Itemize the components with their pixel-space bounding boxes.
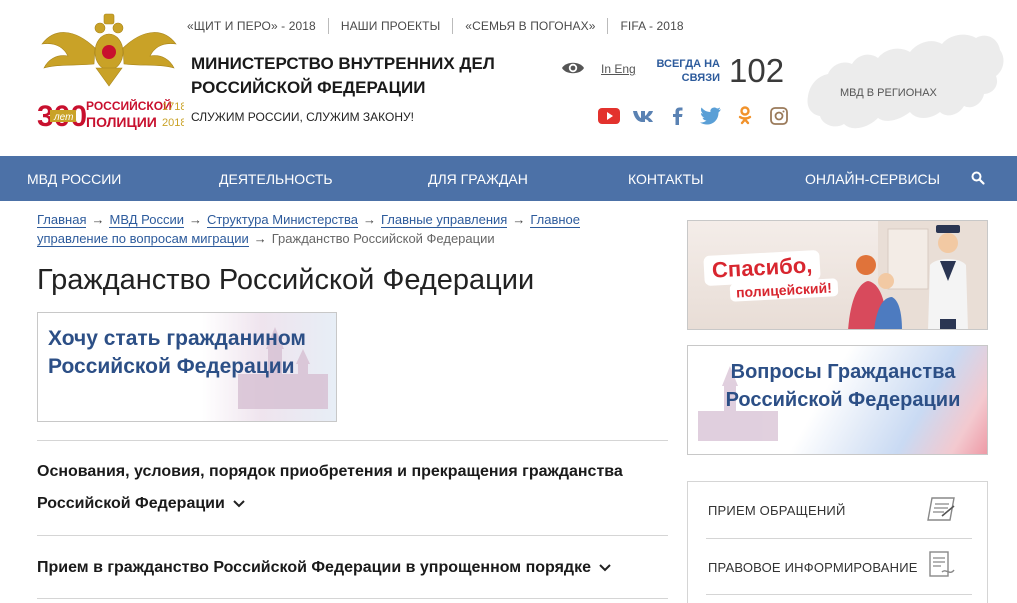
section-divider: [37, 598, 668, 599]
section-divider: [37, 440, 668, 441]
breadcrumb-arrow-icon: →: [188, 212, 202, 227]
mvd-emblem-logo[interactable]: 300 лет РОССИЙСКОЙ ПОЛИЦИИ 1718 2018: [34, 8, 184, 138]
nav-item-mvd-russia[interactable]: МВД РОССИИ: [27, 171, 121, 187]
nav-item-activity[interactable]: ДЕЯТЕЛЬНОСТЬ: [219, 171, 333, 187]
accordion-title-text: Основания, условия, порядок приобретения…: [37, 463, 623, 512]
breadcrumb-arrow-icon: →: [512, 212, 526, 227]
top-link-shield-and-pen[interactable]: «ЩИТ И ПЕРО» - 2018: [187, 19, 316, 33]
accordion-header-grounds[interactable]: Основания, условия, порядок приобретения…: [37, 456, 667, 520]
breadcrumb-current: Гражданство Российской Федерации: [271, 231, 495, 246]
vk-icon[interactable]: [626, 106, 660, 126]
youtube-icon[interactable]: [592, 106, 626, 126]
nav-item-contacts[interactable]: КОНТАКТЫ: [628, 171, 704, 187]
hotline-label: ВСЕГДА НА СВЯЗИ: [656, 58, 721, 84]
breadcrumb-link-main-departments[interactable]: Главные управления: [381, 212, 508, 228]
top-links-divider: [607, 18, 609, 34]
citizenship-questions-banner[interactable]: Вопросы Гражданства Российской Федерации: [687, 345, 988, 455]
russia-map-icon[interactable]: [800, 24, 1010, 144]
org-title[interactable]: МИНИСТЕРСТВО ВНУТРЕННИХ ДЕЛ РОССИЙСКОЙ Ф…: [191, 52, 531, 100]
accordion-title-text: Прием в гражданство Российской Федерации…: [37, 559, 591, 576]
social-links: [592, 106, 796, 126]
top-links-divider: [452, 18, 454, 34]
org-motto: СЛУЖИМ РОССИИ, СЛУЖИМ ЗАКОНУ!: [191, 110, 414, 124]
main-nav: МВД РОССИИ ДЕЯТЕЛЬНОСТЬ ДЛЯ ГРАЖДАН КОНТ…: [0, 156, 1017, 201]
breadcrumb-link-home[interactable]: Главная: [37, 212, 87, 228]
appeal-form-icon: [927, 497, 955, 521]
page-title: Гражданство Российской Федерации: [37, 264, 535, 296]
accordion-header-simplified[interactable]: Прием в гражданство Российской Федерации…: [37, 552, 667, 584]
svg-text:1718: 1718: [162, 101, 184, 113]
top-links-divider: [327, 18, 329, 34]
svg-text:2018: 2018: [162, 117, 184, 129]
eye-icon[interactable]: [561, 58, 585, 78]
breadcrumb-arrow-icon: →: [253, 231, 267, 246]
instagram-icon[interactable]: [762, 106, 796, 126]
breadcrumb-link-structure[interactable]: Структура Министерства: [206, 212, 358, 228]
site-header: 300 лет РОССИЙСКОЙ ПОЛИЦИИ 1718 2018 «ЩИ…: [0, 0, 1017, 156]
twitter-icon[interactable]: [694, 106, 728, 126]
section-divider: [37, 535, 668, 536]
top-link-fifa[interactable]: FIFA - 2018: [620, 19, 683, 33]
become-citizen-banner-text: Хочу стать гражданином Российской Федера…: [48, 327, 306, 378]
service-appeals[interactable]: ПРИЕМ ОБРАЩЕНИЙ: [708, 503, 846, 518]
svg-text:ПОЛИЦИИ: ПОЛИЦИИ: [86, 114, 157, 130]
top-links-bar: «ЩИТ И ПЕРО» - 2018 НАШИ ПРОЕКТЫ «СЕМЬЯ …: [187, 18, 684, 34]
nav-item-for-citizens[interactable]: ДЛЯ ГРАЖДАН: [428, 171, 528, 187]
services-divider: [706, 538, 972, 539]
legal-document-icon: [929, 551, 955, 577]
nav-item-online-services[interactable]: ОНЛАЙН-СЕРВИСЫ: [805, 171, 940, 187]
regions-label[interactable]: МВД В РЕГИОНАХ: [840, 87, 937, 99]
breadcrumb-arrow-icon: →: [363, 212, 376, 227]
svg-text:лет: лет: [53, 112, 73, 123]
top-link-our-projects[interactable]: НАШИ ПРОЕКТЫ: [341, 19, 440, 33]
service-legal-info[interactable]: ПРАВОВОЕ ИНФОРМИРОВАНИЕ: [708, 560, 918, 575]
services-divider: [706, 594, 972, 595]
hotline-number[interactable]: 102: [729, 52, 784, 90]
chevron-down-icon: [233, 500, 245, 508]
become-citizen-banner[interactable]: Хочу стать гражданином Российской Федера…: [37, 312, 337, 422]
citizenship-questions-text: Вопросы Гражданства Российской Федерации: [725, 361, 961, 411]
search-icon[interactable]: [970, 170, 986, 186]
chevron-down-icon: [599, 564, 611, 572]
services-panel: ПРИЕМ ОБРАЩЕНИЙ ПРАВОВОЕ ИНФОРМИРОВАНИЕ: [687, 481, 988, 603]
breadcrumb-arrow-icon: →: [91, 212, 105, 227]
facebook-icon[interactable]: [660, 106, 694, 126]
breadcrumb: Главная → МВД России → Структура Министерств…: [37, 210, 617, 248]
english-version-link[interactable]: In Eng: [601, 62, 636, 76]
thank-you-police-banner[interactable]: Спасибо, полицейский!: [687, 220, 988, 330]
breadcrumb-link-mvd[interactable]: МВД России: [109, 212, 184, 228]
top-link-family-in-uniform[interactable]: «СЕМЬЯ В ПОГОНАХ»: [465, 19, 595, 33]
odnoklassniki-icon[interactable]: [728, 106, 762, 126]
svg-text:РОССИЙСКОЙ: РОССИЙСКОЙ: [86, 98, 172, 113]
